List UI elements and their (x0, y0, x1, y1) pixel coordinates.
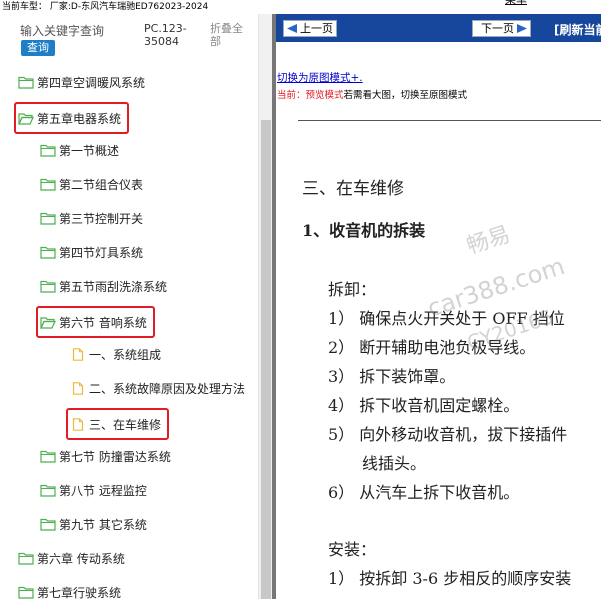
collapse-all-button[interactable]: 折叠全部 (210, 22, 250, 48)
toc-folder-item[interactable]: 第一节概述 (40, 138, 119, 162)
toc-folder-item[interactable]: 第八节 远程监控 (40, 478, 147, 502)
toc-folder-item[interactable]: 第六章 传动系统 (18, 546, 125, 570)
removal-heading: 拆卸： (328, 280, 377, 299)
vehicle-info: 当前车型： 厂家:D-东风汽车瑞驰ED762023-2024 (2, 2, 209, 12)
search-input[interactable] (20, 22, 132, 40)
folder-icon (18, 76, 34, 89)
section-title: 三、在车维修 (302, 179, 404, 199)
toc-item-label: 第四章空调暖风系统 (37, 75, 146, 90)
search-button[interactable]: 查询 (21, 40, 55, 56)
removal-step: 5） 向外移动收音机，拔下接插件 (328, 425, 568, 444)
toc-scrollbar[interactable] (258, 14, 272, 599)
folder-icon (18, 586, 34, 599)
removal-step: 4） 拆下收音机固定螺栓。 (328, 396, 520, 415)
folder-icon (40, 280, 56, 293)
toc-item-label: 三、在车维修 (89, 417, 162, 432)
toc-folder-item[interactable]: 第四章空调暖风系统 (18, 70, 145, 94)
folder-icon (40, 518, 56, 531)
toc-folder-item[interactable]: 第五章电器系统 (14, 102, 130, 134)
toc-item-label: 第四节灯具系统 (59, 245, 144, 260)
toc-folder-item[interactable]: 第四节灯具系统 (40, 240, 143, 264)
search-row: 查询 PC.123-35084 折叠全部 (0, 14, 258, 62)
toc-panel: 查询 PC.123-35084 折叠全部 第四章空调暖风系统第五章电器系统第一节… (0, 14, 258, 599)
removal-step-continued: 线插头。 (362, 454, 427, 473)
toc-item-label: 第七节 防撞雷达系统 (59, 449, 171, 464)
toc-item-label: 一、系统组成 (89, 347, 162, 362)
toc-item-label: 第二节组合仪表 (59, 177, 144, 192)
toc-folder-item[interactable]: 第三节控制开关 (40, 206, 143, 230)
vehicle-info-bar: 当前车型： 厂家:D-东风汽车瑞驰ED762023-2024 菜单 (0, 0, 601, 14)
folder-icon (40, 178, 56, 191)
toc-file-item[interactable]: 三、在车维修 (66, 408, 170, 440)
toc-item-label: 第五节雨刮洗涤系统 (59, 279, 168, 294)
scrollbar-thumb[interactable] (261, 120, 271, 599)
install-step: 1） 按拆卸 3-6 步相反的顺序安装 (328, 569, 572, 588)
removal-step: 3） 拆下装饰罩。 (328, 367, 456, 386)
toc-item-label: 第一节概述 (59, 143, 120, 158)
menu-link[interactable]: 菜单 (505, 0, 527, 7)
document-icon (70, 381, 86, 395)
toc-item-label: 第五章电器系统 (37, 111, 122, 126)
content-panel: 上一页 下一页 [刷新当前 切换为原图模式+. 当前：预览模式若需看大图，切换至… (276, 14, 601, 599)
folder-icon (40, 484, 56, 497)
folder-icon (18, 552, 34, 565)
folder-icon (40, 144, 56, 157)
toc-item-label: 第七章行驶系统 (37, 585, 122, 599)
removal-step: 2） 断开辅助电池负极导线。 (328, 338, 536, 357)
toc-folder-item[interactable]: 第二节组合仪表 (40, 172, 143, 196)
folder-icon (40, 246, 56, 259)
removal-step: 1） 确保点火开关处于 OFF 挡位 (328, 309, 565, 328)
toc-item-label: 第三节控制开关 (59, 211, 144, 226)
pc-code: PC.123-35084 (144, 22, 187, 48)
toc-file-item[interactable]: 一、系统组成 (70, 342, 161, 366)
toc-folder-item[interactable]: 第七节 防撞雷达系统 (40, 444, 171, 468)
folder-open-icon (40, 316, 56, 329)
toc-item-label: 第八节 远程监控 (59, 483, 147, 498)
toc-item-label: 第九节 其它系统 (59, 517, 147, 532)
removal-step: 6） 从汽车上拆下收音机。 (328, 483, 520, 502)
toc-item-label: 二、系统故障原因及处理方法 (89, 381, 246, 396)
toc-item-label: 第六章 传动系统 (37, 551, 125, 566)
toc-folder-item[interactable]: 第九节 其它系统 (40, 512, 147, 536)
document-icon (70, 417, 86, 431)
install-heading: 安装： (328, 540, 377, 559)
folder-open-icon (18, 112, 34, 125)
toc-item-label: 第六节 音响系统 (59, 315, 147, 330)
folder-icon (40, 212, 56, 225)
document-page: 三、在车维修 1、收音机的拆装 拆卸： 1） 确保点火开关处于 OFF 挡位 2… (276, 14, 601, 599)
toc-folder-item[interactable]: 第五节雨刮洗涤系统 (40, 274, 167, 298)
folder-icon (40, 450, 56, 463)
toc-folder-item[interactable]: 第七章行驶系统 (18, 580, 121, 599)
toc-file-item[interactable]: 二、系统故障原因及处理方法 (70, 376, 245, 400)
toc-folder-item[interactable]: 第六节 音响系统 (36, 306, 155, 338)
subsection-title: 1、收音机的拆装 (302, 221, 426, 240)
document-icon (70, 347, 86, 361)
